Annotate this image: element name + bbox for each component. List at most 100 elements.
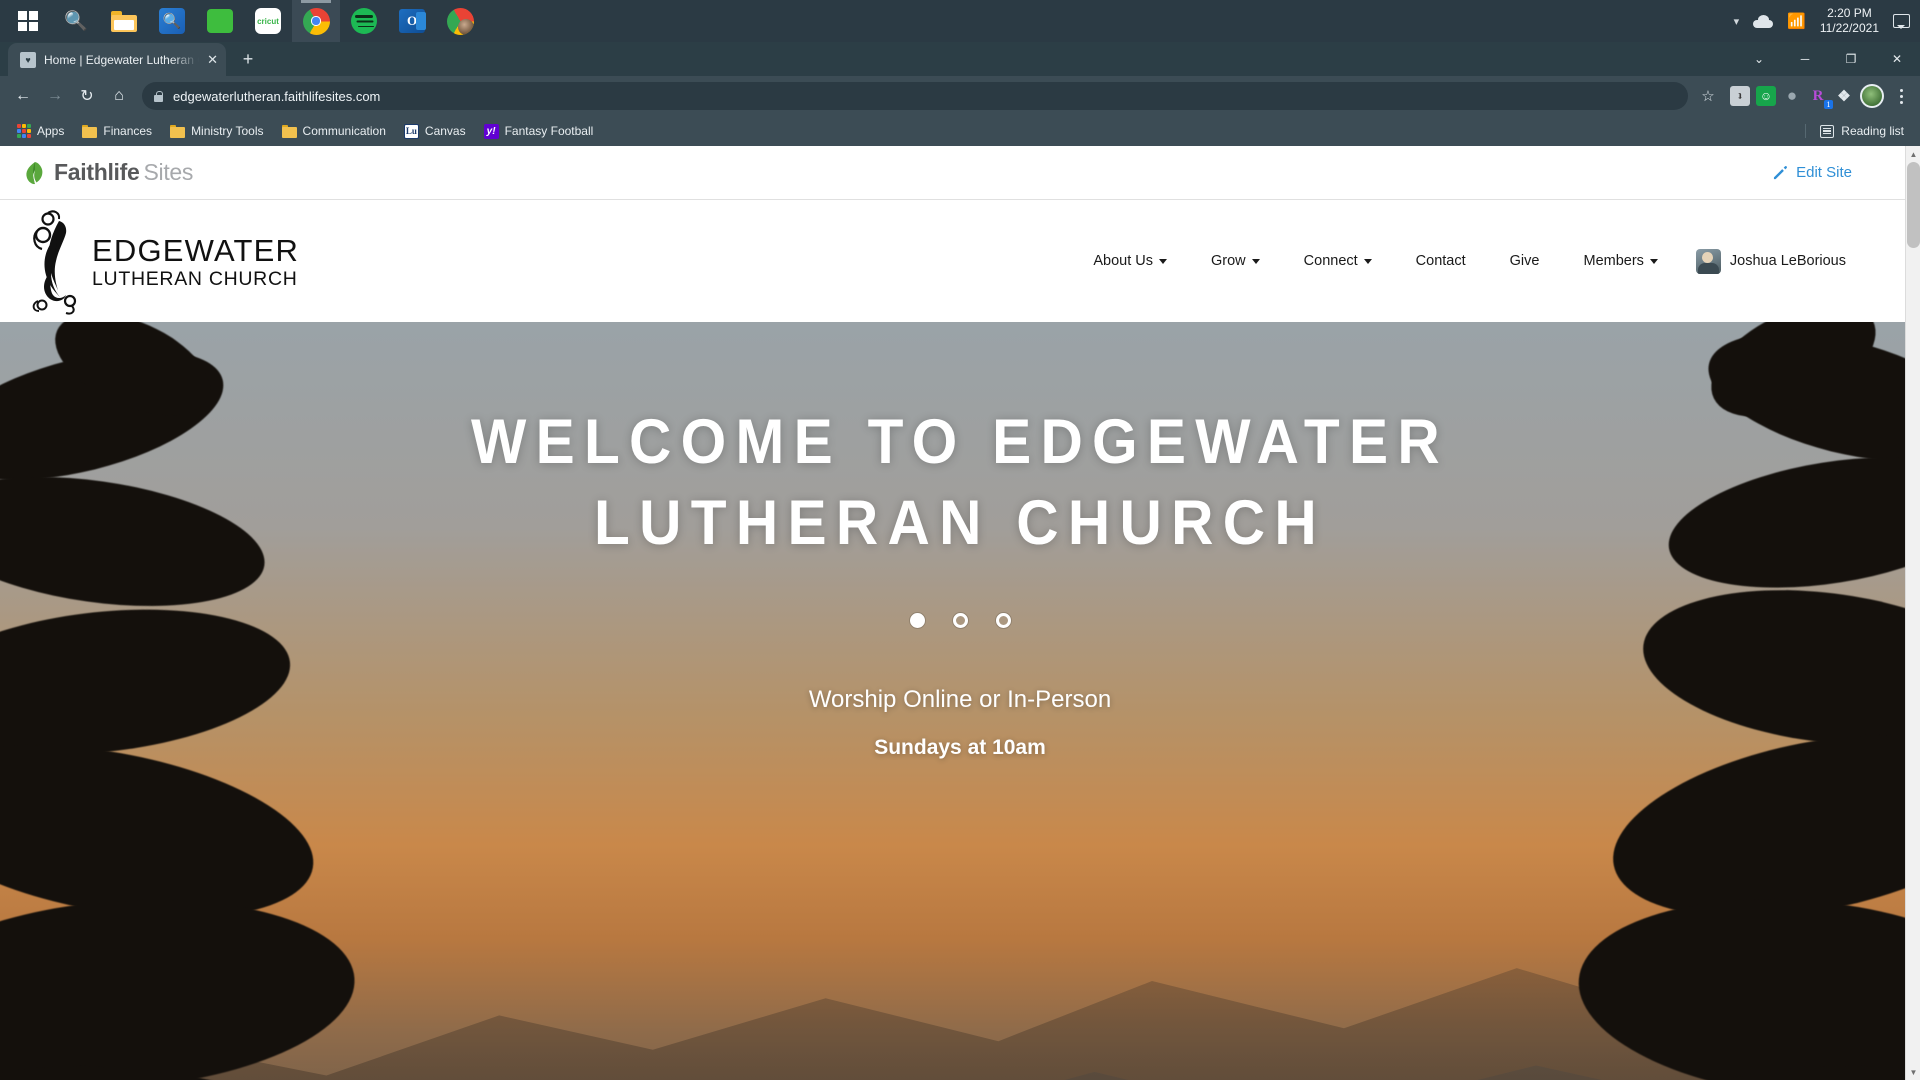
- forward-button[interactable]: →: [40, 81, 70, 111]
- wifi-icon[interactable]: 📶: [1787, 12, 1806, 30]
- folder-icon: [170, 124, 186, 138]
- nav-label: Contact: [1415, 253, 1466, 269]
- search-button[interactable]: 🔍: [52, 0, 100, 42]
- user-name: Joshua LeBorious: [1729, 253, 1846, 269]
- faithlife-admin-bar: Faithlife Sites Edit Site: [0, 146, 1920, 200]
- nav-label: Members: [1583, 253, 1644, 269]
- back-button[interactable]: ←: [8, 81, 38, 111]
- chrome-profile-taskbar-button[interactable]: [436, 0, 484, 42]
- folder-icon: [281, 124, 297, 138]
- folder-icon: [82, 124, 98, 138]
- nav-label: About Us: [1093, 253, 1153, 269]
- outlook-button[interactable]: O: [388, 0, 436, 42]
- edit-site-button[interactable]: Edit Site: [1773, 164, 1896, 181]
- church-logo[interactable]: EDGEWATER LUTHERAN CHURCH: [26, 207, 299, 315]
- search-icon: 🔍: [64, 11, 88, 32]
- nav-item-about-us[interactable]: About Us: [1071, 245, 1189, 277]
- nav-item-connect[interactable]: Connect: [1282, 245, 1394, 277]
- reading-list-label: Reading list: [1841, 124, 1904, 138]
- reading-list-button[interactable]: Reading list: [1805, 124, 1910, 138]
- chrome-avatar-icon[interactable]: [1860, 84, 1884, 108]
- mountain-layer-far: [0, 955, 1920, 1080]
- scroll-down-arrow[interactable]: ▼: [1906, 1064, 1920, 1080]
- maximize-button[interactable]: ❐: [1828, 42, 1874, 76]
- chrome-tabstrip: ♥ Home | Edgewater Lutheran Chu ✕ + ⌄ ─ …: [0, 42, 1920, 76]
- nav-label: Give: [1509, 253, 1540, 269]
- folder-icon: [111, 10, 137, 32]
- faithlife-wordmark: Faithlife Sites: [54, 159, 193, 186]
- notification-icon[interactable]: [1893, 14, 1910, 29]
- user-menu[interactable]: Joshua LeBorious: [1680, 248, 1846, 274]
- magnifier-button[interactable]: 🔍: [148, 0, 196, 42]
- carousel-dot-1[interactable]: [909, 613, 925, 629]
- honey-extension-icon[interactable]: ☺: [1756, 86, 1776, 106]
- hero-title: WELCOME TO EDGEWATER LUTHERAN CHURCH: [470, 407, 1450, 558]
- grammarly-extension-icon[interactable]: ʇ: [1730, 86, 1750, 106]
- bookmark-label: Apps: [37, 124, 65, 138]
- church-name-line2: LUTHERAN CHURCH: [92, 267, 298, 290]
- chrome-icon: [302, 7, 330, 35]
- start-button[interactable]: [4, 0, 52, 42]
- logos-icon: Lu: [403, 123, 419, 139]
- messaging-button[interactable]: [196, 0, 244, 42]
- onedrive-cloud-icon[interactable]: [1753, 14, 1774, 28]
- scrollbar-thumb[interactable]: [1907, 162, 1920, 248]
- puzzle-extension-icon[interactable]: ❖: [1834, 86, 1854, 106]
- chrome-taskbar-button[interactable]: [292, 0, 340, 42]
- site-header: EDGEWATER LUTHERAN CHURCH About Us Grow …: [0, 200, 1920, 322]
- hero-content: WELCOME TO EDGEWATER LUTHERAN CHURCH Wor…: [0, 322, 1920, 760]
- chrome-toolbar: ← → ↻ ⌂ edgewaterlutheran.faithlifesites…: [0, 76, 1920, 116]
- address-bar[interactable]: edgewaterlutheran.faithlifesites.com: [142, 82, 1688, 110]
- carousel-dot-2[interactable]: [952, 613, 968, 629]
- cricut-button[interactable]: cricut: [244, 0, 292, 42]
- minimize-button[interactable]: ─: [1782, 42, 1828, 76]
- tab-close-icon[interactable]: ✕: [207, 53, 218, 66]
- faithlife-leaf-icon: [24, 161, 45, 185]
- bookmark-fantasy-football[interactable]: y! Fantasy Football: [477, 121, 601, 142]
- bookmark-communication[interactable]: Communication: [275, 121, 393, 141]
- window-controls: ⌄ ─ ❐ ✕: [1736, 42, 1920, 76]
- bookmark-label: Canvas: [424, 124, 466, 138]
- site-favicon: ♥: [20, 51, 36, 68]
- carousel-dot-3[interactable]: [995, 613, 1011, 629]
- close-window-button[interactable]: ✕: [1874, 42, 1920, 76]
- bookmark-label: Ministry Tools: [191, 124, 264, 138]
- chevron-down-icon: [1363, 258, 1372, 264]
- home-button[interactable]: ⌂: [104, 81, 134, 111]
- bookmark-finances[interactable]: Finances: [75, 121, 159, 141]
- hero-subtitle-secondary: Sundays at 10am: [874, 736, 1046, 760]
- spotify-icon: [351, 8, 377, 34]
- spotify-button[interactable]: [340, 0, 388, 42]
- apps-grid-icon: [17, 124, 31, 138]
- tab-search-button[interactable]: ⌄: [1736, 42, 1782, 76]
- clock-widget[interactable]: 2:20 PM 11/22/2021: [1820, 6, 1879, 36]
- rakuten-extension-icon[interactable]: R1: [1808, 86, 1833, 109]
- new-tab-button[interactable]: +: [234, 45, 262, 73]
- scroll-up-arrow[interactable]: ▲: [1906, 146, 1920, 162]
- extensions-row: ʇ ☺ ● R1 ❖: [1724, 84, 1912, 109]
- chevron-down-icon: [1159, 258, 1167, 264]
- file-explorer-button[interactable]: [100, 0, 148, 42]
- bookmark-label: Fantasy Football: [504, 124, 594, 138]
- rakuten-badge: 1: [1824, 100, 1833, 109]
- reload-button[interactable]: ↻: [72, 81, 102, 111]
- hero-subtitle: Worship Online or In-Person: [808, 686, 1112, 714]
- chevron-up-icon[interactable]: ▾: [1734, 15, 1740, 28]
- acorn-extension-icon[interactable]: ●: [1782, 86, 1802, 106]
- browser-tab[interactable]: ♥ Home | Edgewater Lutheran Chu ✕: [8, 43, 226, 76]
- bookmark-canvas[interactable]: Lu Canvas: [397, 121, 473, 142]
- page-viewport: Faithlife Sites Edit Site EDGEWATER LUTH…: [0, 146, 1920, 1080]
- avatar: [1695, 248, 1721, 274]
- nav-item-grow[interactable]: Grow: [1189, 245, 1282, 277]
- bookmark-apps[interactable]: Apps: [10, 121, 71, 141]
- brand-light: Sites: [143, 159, 194, 185]
- nav-item-give[interactable]: Give: [1488, 245, 1562, 277]
- page-scrollbar[interactable]: ▲ ▼: [1905, 146, 1920, 1080]
- bookmark-ministry-tools[interactable]: Ministry Tools: [163, 121, 270, 141]
- faithlife-logo[interactable]: Faithlife Sites: [24, 159, 193, 186]
- kebab-menu-icon[interactable]: [1890, 88, 1912, 104]
- nav-item-contact[interactable]: Contact: [1394, 245, 1488, 277]
- brand-bold: Faithlife: [54, 159, 140, 185]
- bookmark-star-icon[interactable]: ☆: [1694, 82, 1722, 110]
- nav-item-members[interactable]: Members: [1561, 245, 1679, 277]
